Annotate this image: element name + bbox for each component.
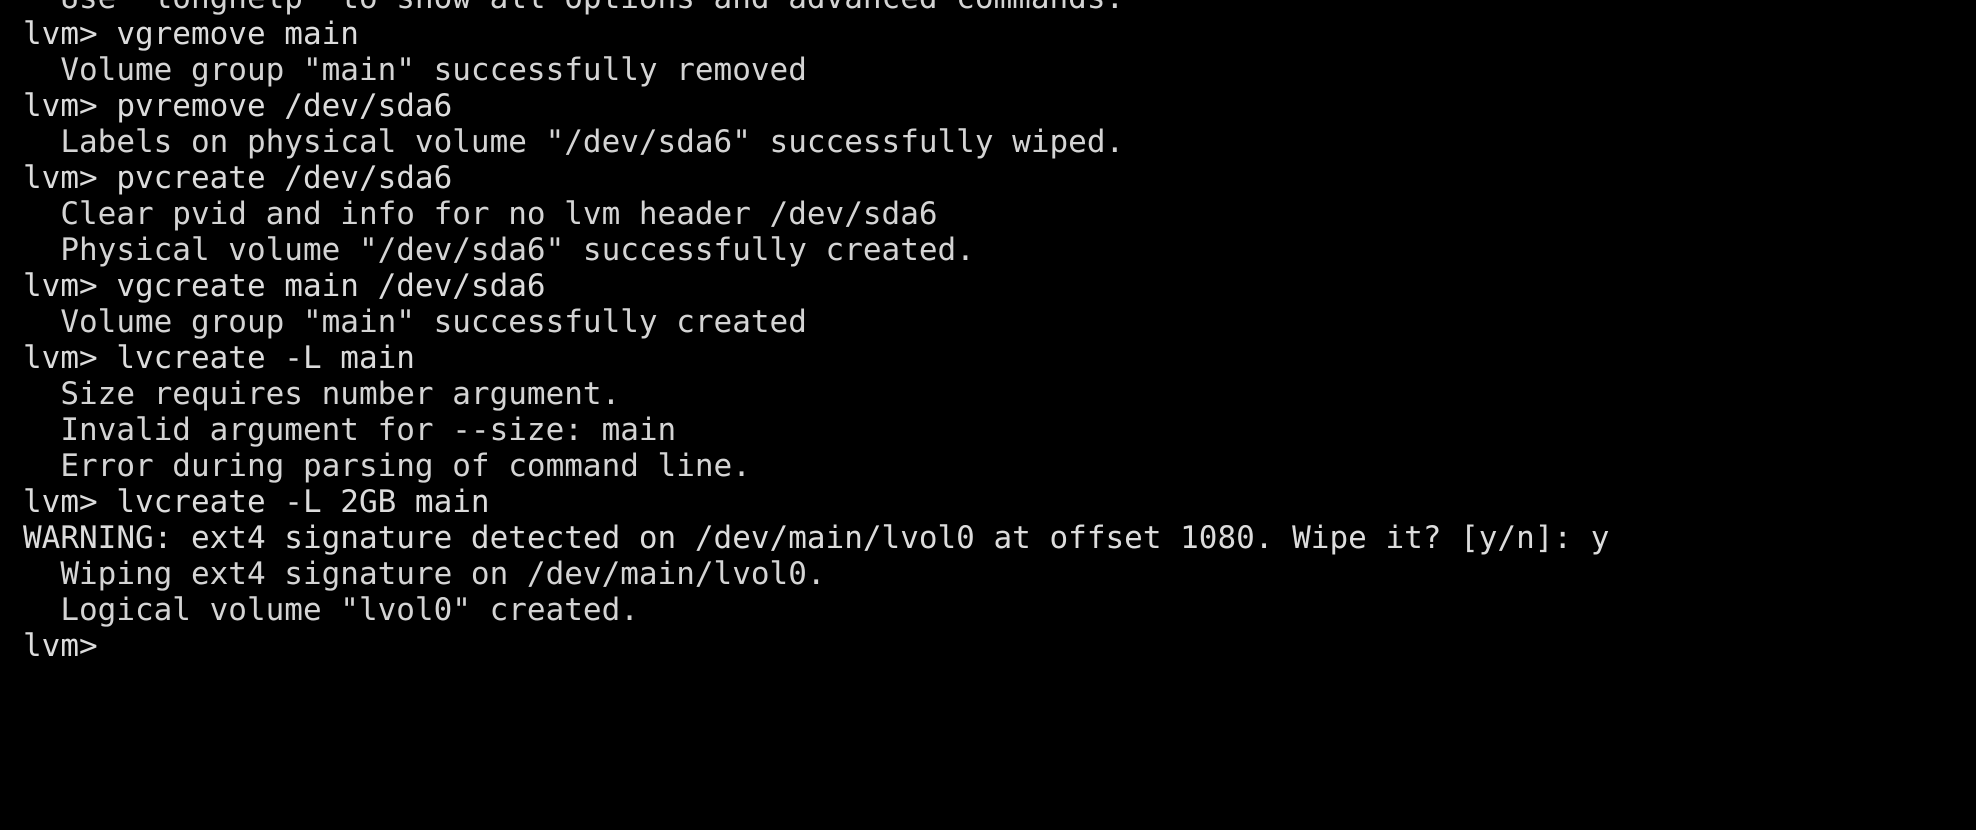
terminal-prompt-line: lvm> lvcreate -L main <box>23 340 415 376</box>
terminal-prompt-line: lvm> pvcreate /dev/sda6 <box>23 160 453 196</box>
terminal-output-line: Clear pvid and info for no lvm header /d… <box>23 196 938 232</box>
terminal-prompt-line: lvm> <box>23 628 98 664</box>
terminal-output-line: Logical volume "lvol0" created. <box>23 592 639 628</box>
terminal-output-line: Error during parsing of command line. <box>23 448 751 484</box>
terminal-screen[interactable]: Use 'longhelp' to show all options and a… <box>0 0 1976 664</box>
terminal-output-line: Volume group "main" successfully removed <box>23 52 807 88</box>
terminal-output-line: Size requires number argument. <box>23 376 621 412</box>
terminal-prompt-line: lvm> lvcreate -L 2GB main <box>23 484 490 520</box>
terminal-output-line: Volume group "main" successfully created <box>23 304 807 340</box>
terminal-warning-line: WARNING: ext4 signature detected on /dev… <box>23 520 1610 556</box>
terminal-output-line: Use 'longhelp' to show all options and a… <box>23 0 1976 16</box>
terminal-prompt-line: lvm> vgremove main <box>23 16 359 52</box>
terminal-output-line: Labels on physical volume "/dev/sda6" su… <box>23 124 1125 160</box>
terminal-output-line: Physical volume "/dev/sda6" successfully… <box>23 232 975 268</box>
terminal-prompt-line: lvm> vgcreate main /dev/sda6 <box>23 268 546 304</box>
terminal-prompt-line: lvm> pvremove /dev/sda6 <box>23 88 453 124</box>
text-cursor <box>138 782 157 812</box>
terminal-output-line: Invalid argument for --size: main <box>23 412 677 448</box>
terminal-console[interactable]: Use 'longhelp' to show all options and a… <box>0 0 1976 830</box>
terminal-output-line: Wiping ext4 signature on /dev/main/lvol0… <box>23 556 826 592</box>
